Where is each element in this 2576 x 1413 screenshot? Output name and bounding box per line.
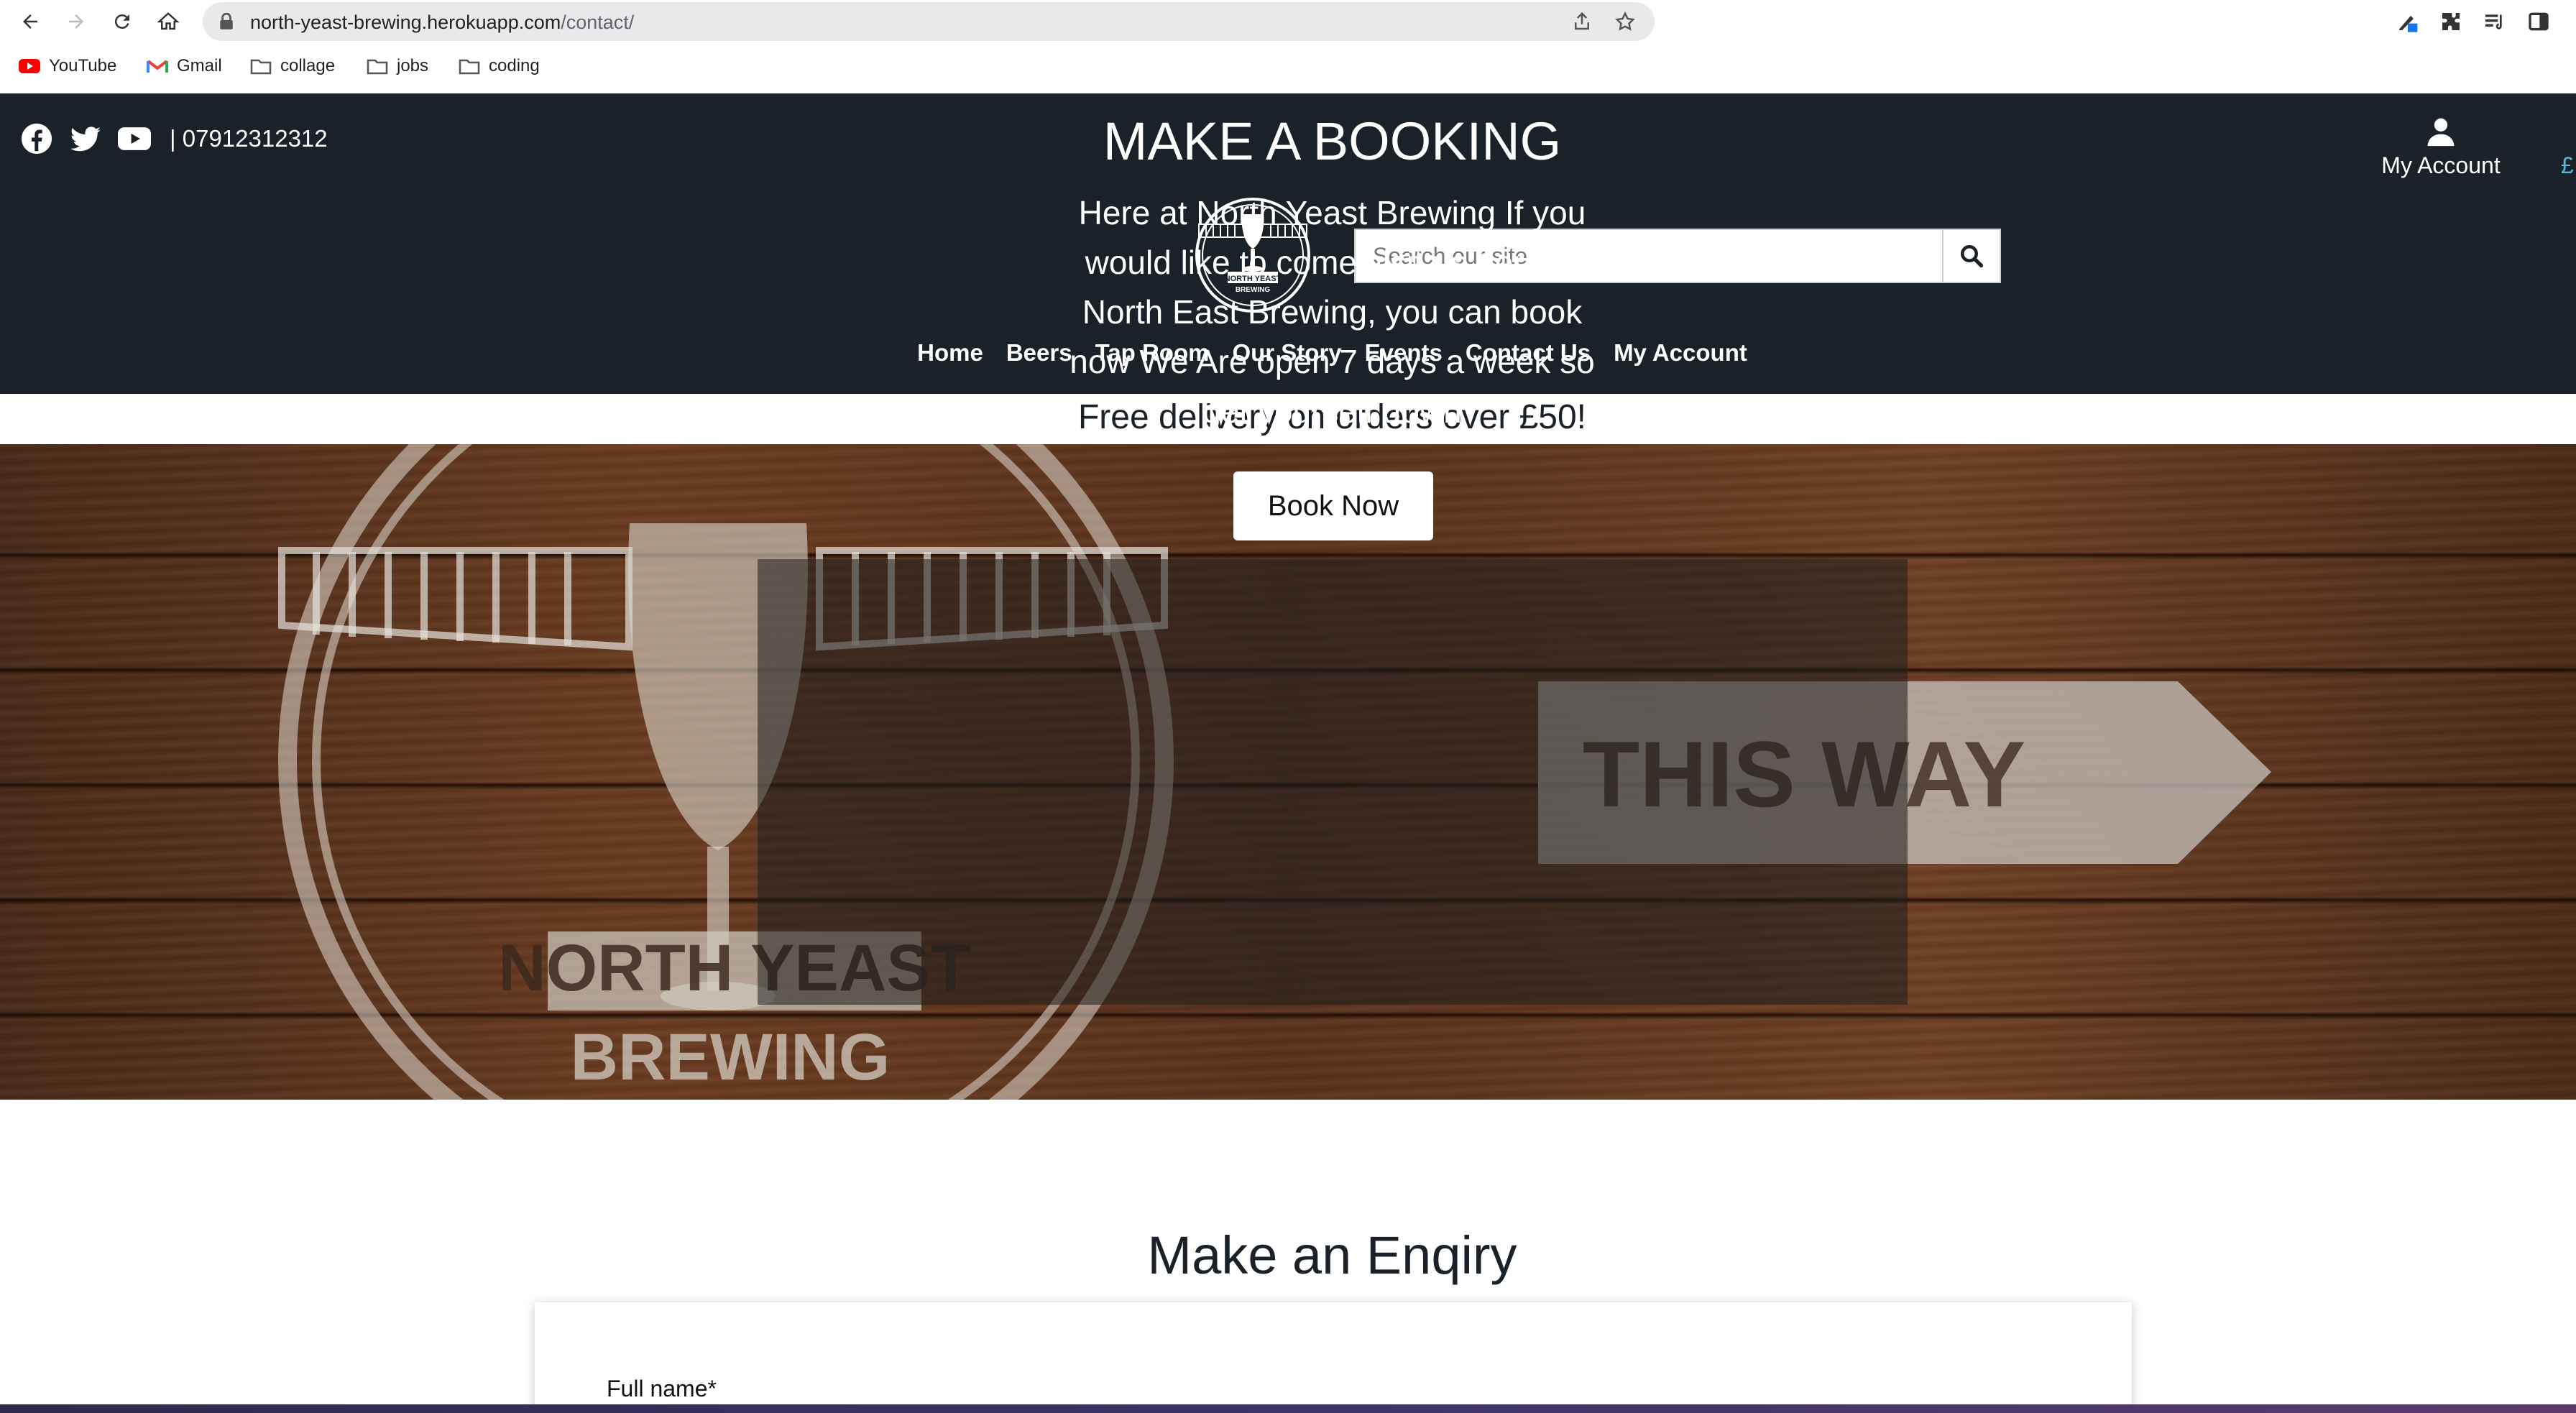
browser-toolbar: north-yeast-brewing.herokuapp.com/contac… [0,0,2576,43]
forward-arrow-icon [69,14,83,29]
search-button[interactable] [1942,229,2001,283]
hero-title: MAKE A BOOKING [1103,111,1562,171]
back-arrow-icon [23,14,37,29]
search-icon [1961,245,1984,268]
nav-my-account[interactable]: My Account [1614,339,1747,367]
back-button[interactable] [14,6,46,37]
reload-icon [114,14,129,29]
bookmark-star-icon[interactable] [1614,11,1636,32]
extensions-puzzle-icon[interactable] [2439,10,2462,33]
folder-icon [367,59,388,75]
book-now-button[interactable]: Book Now [1233,471,1433,540]
gmail-icon [147,60,168,73]
bookmark-youtube[interactable]: YouTube [19,56,116,76]
folder-icon [250,59,272,75]
bookmarks-bar: YouTube Gmail collage jobs coding [0,52,2576,85]
hero-description: Here at North Yeast Brewing If you would… [1070,194,1595,430]
bookmark-folder-coding[interactable]: coding [459,56,540,76]
lock-icon [220,13,233,29]
address-bar[interactable]: north-yeast-brewing.herokuapp.com/contac… [203,2,1655,41]
side-panel-icon[interactable] [2527,10,2550,33]
forward-button[interactable] [60,6,92,37]
home-icon [157,12,179,30]
nav-home[interactable]: Home [917,339,983,367]
url-text: north-yeast-brewing.herokuapp.com/contac… [250,11,635,33]
os-taskbar-edge [0,1404,2576,1413]
bookmark-gmail[interactable]: Gmail [147,56,222,76]
enquiry-form-card: Full name* [535,1302,2132,1413]
extension-pen-icon[interactable] [2396,10,2419,33]
enquiry-title: Make an Enqiry [1147,1225,1517,1285]
hero-overlay-box [758,559,1908,1005]
youtube-icon [19,59,40,73]
folder-icon [459,59,480,75]
home-button[interactable] [152,6,184,37]
bookmark-folder-collage[interactable]: collage [250,56,335,76]
reload-button[interactable] [106,6,138,37]
svg-text:BREWING: BREWING [571,1021,891,1094]
full-name-label: Full name* [607,1376,717,1402]
share-icon[interactable] [1571,11,1593,32]
reading-list-icon[interactable] [2483,10,2506,33]
hero-section: NORTH YEAST BREWING THIS WAY [0,444,2576,1100]
bookmark-folder-jobs[interactable]: jobs [367,56,428,76]
